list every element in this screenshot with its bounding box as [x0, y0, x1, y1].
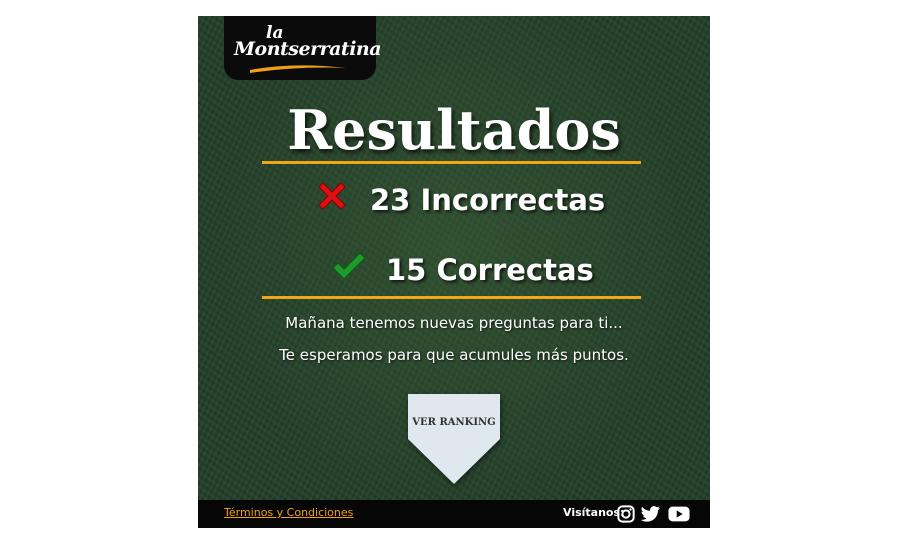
cross-icon: [318, 182, 346, 210]
footer-bar: Términos y Condiciones Visítanos:: [198, 500, 710, 528]
ranking-button-label: VER RANKING: [412, 417, 496, 428]
terms-link[interactable]: Términos y Condiciones: [224, 506, 353, 519]
page-title: Resultados: [287, 98, 621, 162]
youtube-icon[interactable]: [668, 505, 690, 523]
check-icon: [332, 252, 366, 280]
logo-swoosh-icon: [250, 65, 346, 73]
divider-bottom: [262, 296, 641, 299]
view-ranking-button[interactable]: VER RANKING: [408, 394, 500, 484]
message-line-1: Mañana tenemos nuevas preguntas para ti.…: [285, 314, 623, 332]
correct-result: 15 Correctas: [198, 248, 710, 294]
instagram-icon[interactable]: [616, 505, 636, 523]
logo-text-main: Montserratina: [234, 38, 382, 60]
message-line-2: Te esperamos para que acumules más punto…: [279, 346, 629, 364]
brand-logo: la Montserratina: [224, 16, 382, 80]
results-panel: la Montserratina Resultados 23 Incorrect…: [198, 16, 710, 528]
incorrect-count: 23 Incorrectas: [370, 183, 606, 217]
incorrect-result: 23 Incorrectas: [198, 178, 710, 224]
correct-count: 15 Correctas: [386, 253, 594, 287]
twitter-icon[interactable]: [641, 505, 661, 523]
ranking-button-shape: [408, 394, 500, 484]
divider-top: [262, 161, 641, 164]
